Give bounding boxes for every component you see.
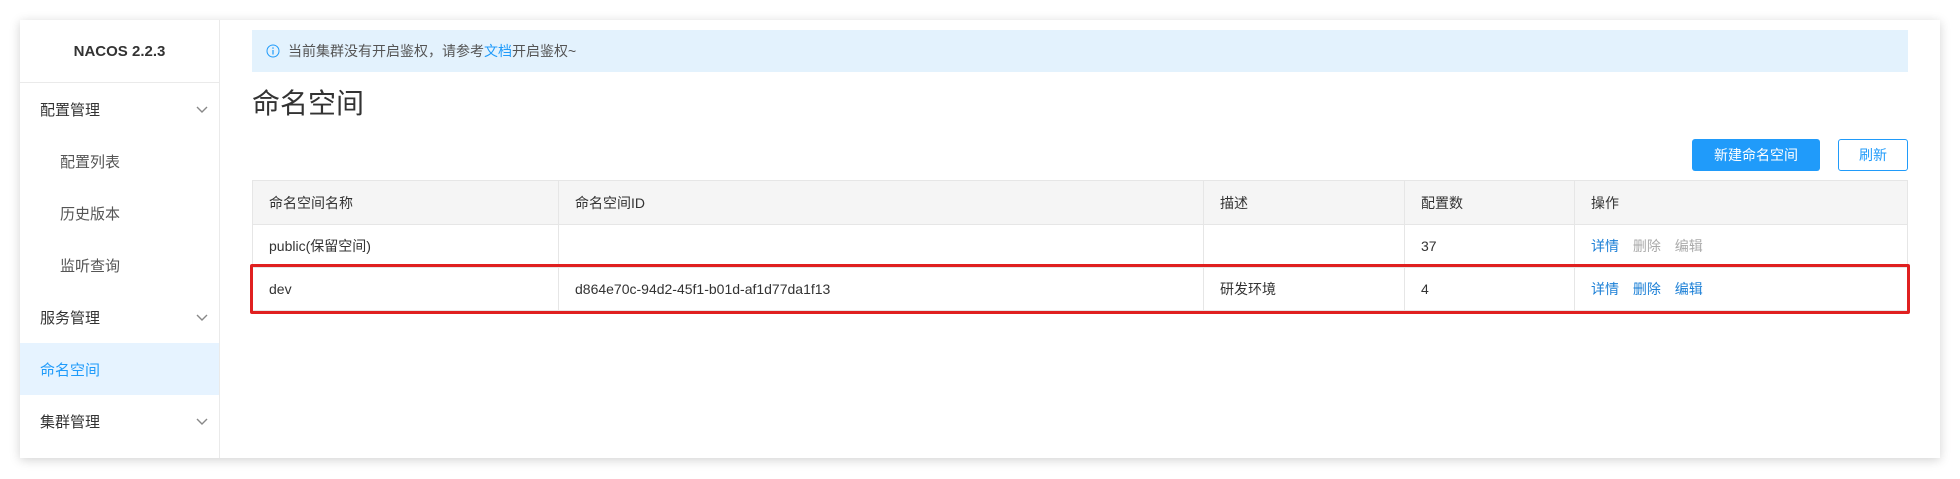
chevron-down-icon xyxy=(196,418,208,425)
namespace-name: dev xyxy=(252,267,559,311)
column-header: 命名空间ID xyxy=(558,180,1204,225)
delete-link[interactable]: 删除 xyxy=(1633,238,1661,254)
chevron-down-icon xyxy=(196,106,208,113)
edit-link[interactable]: 编辑 xyxy=(1675,281,1703,297)
namespace-id: d864e70c-94d2-45f1-b01d-af1d77da1f13 xyxy=(558,267,1204,311)
row-actions: 详情 删除 编辑 xyxy=(1574,267,1908,311)
sidebar-item-label: 集群管理 xyxy=(40,413,101,431)
table-row: public(保留空间) 37 详情 删除 编辑 xyxy=(252,224,1908,268)
create-namespace-button[interactable]: 新建命名空间 xyxy=(1692,139,1820,171)
namespace-desc xyxy=(1203,224,1405,268)
namespace-table: 命名空间名称 命名空间ID 描述 配置数 操作 public(保留空间) 37 … xyxy=(252,180,1908,311)
column-header: 配置数 xyxy=(1404,180,1575,225)
main-content: 当前集群没有开启鉴权，请参考 文档 开启鉴权~ 命名空间 新建命名空间 刷新 命名空… xyxy=(220,20,1940,458)
namespace-name: public(保留空间) xyxy=(252,224,559,268)
sidebar-item-listener-query[interactable]: 监听查询 xyxy=(20,239,219,291)
row-actions: 详情 删除 编辑 xyxy=(1574,224,1908,268)
sidebar-item-label: 配置管理 xyxy=(40,101,101,119)
notice-text: 当前集群没有开启鉴权，请参考 xyxy=(288,43,484,59)
refresh-button[interactable]: 刷新 xyxy=(1838,139,1908,171)
table-header-row: 命名空间名称 命名空间ID 描述 配置数 操作 xyxy=(252,180,1908,225)
notice-text-suffix: 开启鉴权~ xyxy=(512,43,577,59)
sidebar: NACOS 2.2.3 配置管理 配置列表 历史版本 监听查询 服务管理 命名空… xyxy=(20,20,220,458)
docs-link[interactable]: 文档 xyxy=(484,41,512,61)
column-header: 命名空间名称 xyxy=(252,180,559,225)
detail-link[interactable]: 详情 xyxy=(1591,281,1619,297)
column-header: 操作 xyxy=(1574,180,1908,225)
page-title: 命名空间 xyxy=(252,88,365,119)
sidebar-item-label: 命名空间 xyxy=(40,361,101,379)
sidebar-item-label: 服务管理 xyxy=(40,309,101,327)
info-icon xyxy=(266,44,280,58)
chevron-down-icon xyxy=(196,314,208,321)
sidebar-item-label: 历史版本 xyxy=(60,205,121,223)
column-header: 描述 xyxy=(1203,180,1405,225)
sidebar-item-namespace[interactable]: 命名空间 xyxy=(20,343,219,395)
brand-logo: NACOS 2.2.3 xyxy=(20,20,219,83)
sidebar-item-config-list[interactable]: 配置列表 xyxy=(20,135,219,187)
delete-link[interactable]: 删除 xyxy=(1633,281,1661,297)
sidebar-item-service-management[interactable]: 服务管理 xyxy=(20,291,219,343)
app-window: NACOS 2.2.3 配置管理 配置列表 历史版本 监听查询 服务管理 命名空… xyxy=(20,20,1940,458)
namespace-desc: 研发环境 xyxy=(1203,267,1405,311)
auth-notice: 当前集群没有开启鉴权，请参考 文档 开启鉴权~ xyxy=(252,30,1908,72)
namespace-id xyxy=(558,224,1204,268)
sidebar-item-label: 监听查询 xyxy=(60,257,121,275)
table-row: dev d864e70c-94d2-45f1-b01d-af1d77da1f13… xyxy=(252,267,1908,311)
sidebar-item-label: 配置列表 xyxy=(60,153,121,171)
sidebar-item-history[interactable]: 历史版本 xyxy=(20,187,219,239)
detail-link[interactable]: 详情 xyxy=(1591,238,1619,254)
sidebar-item-config-management[interactable]: 配置管理 xyxy=(20,83,219,135)
sidebar-item-cluster-management[interactable]: 集群管理 xyxy=(20,395,219,447)
config-count: 37 xyxy=(1404,224,1575,268)
config-count: 4 xyxy=(1404,267,1575,311)
edit-link[interactable]: 编辑 xyxy=(1675,238,1703,254)
